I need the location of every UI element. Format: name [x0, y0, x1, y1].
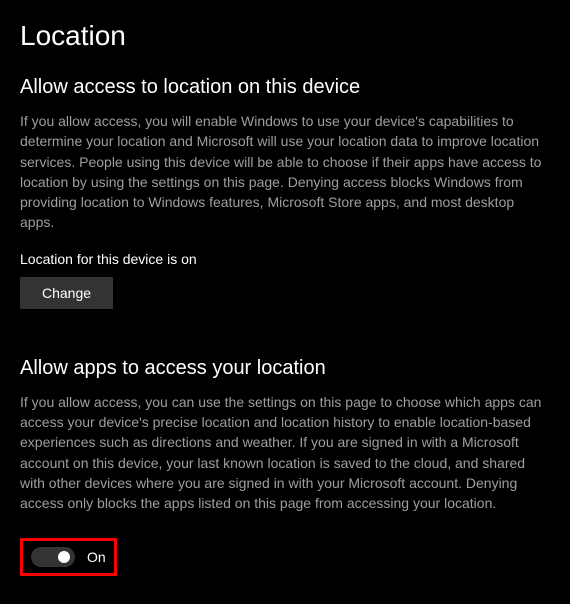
device-location-status: Location for this device is on: [20, 251, 550, 267]
toggle-state-label: On: [87, 549, 106, 565]
apps-location-heading: Allow apps to access your location: [20, 357, 550, 380]
toggle-knob-icon: [58, 551, 70, 563]
device-location-description: If you allow access, you will enable Win…: [20, 111, 550, 233]
change-button[interactable]: Change: [20, 277, 113, 309]
device-location-heading: Allow access to location on this device: [20, 76, 550, 99]
device-location-section: Allow access to location on this device …: [20, 76, 550, 357]
apps-location-section: Allow apps to access your location If yo…: [20, 357, 550, 576]
apps-location-description: If you allow access, you can use the set…: [20, 392, 550, 514]
toggle-highlight-box: On: [20, 538, 117, 576]
page-title: Location: [20, 20, 550, 52]
apps-location-toggle[interactable]: [31, 547, 75, 567]
